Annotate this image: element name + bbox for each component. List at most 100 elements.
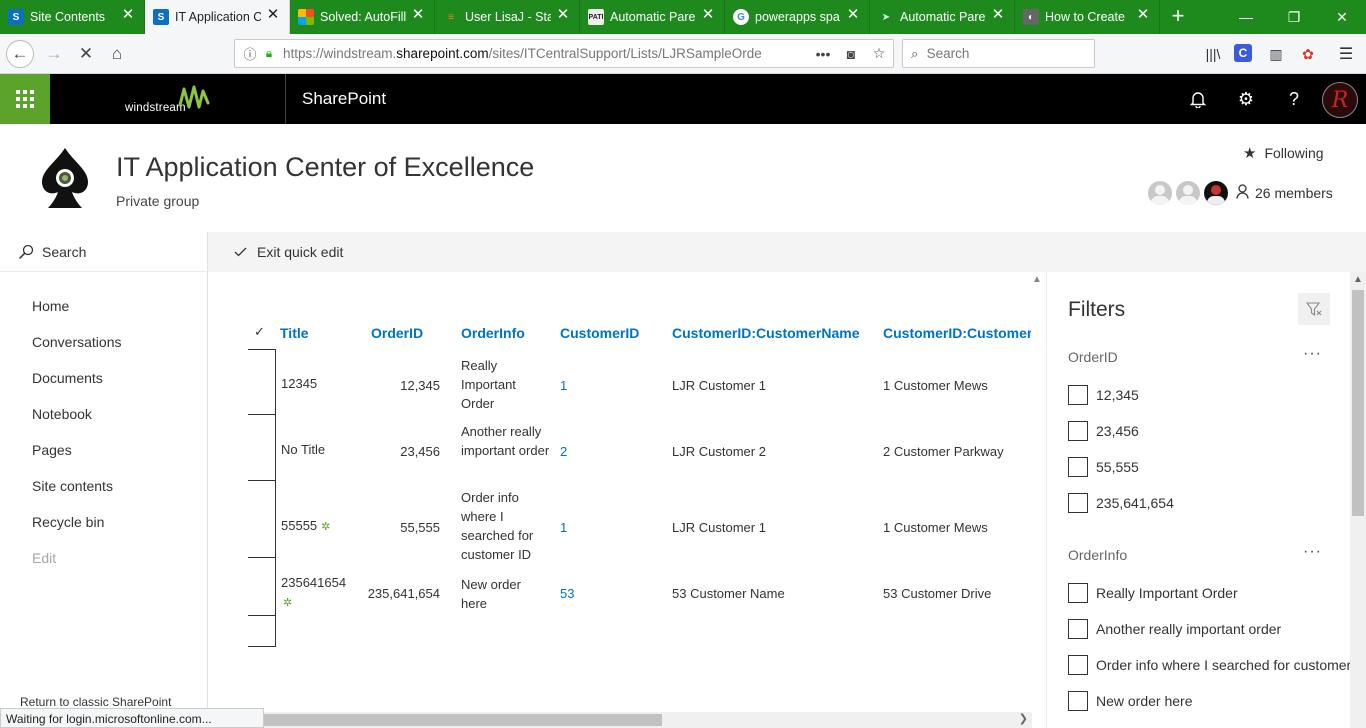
minimize-icon[interactable]: —	[1222, 0, 1270, 34]
forward-arrow-icon[interactable]: →	[40, 40, 68, 68]
page-vertical-scrollbar[interactable]: ▲	[1350, 272, 1366, 728]
cell-orderinfo[interactable]: Order info where I searched for customer…	[461, 488, 543, 564]
browser-tab-5[interactable]: Gpowerapps spa ✕	[725, 0, 870, 34]
close-icon[interactable]: ✕	[411, 7, 425, 22]
browser-tab-3[interactable]: ≡ User LisaJ - Stac ✕	[435, 0, 580, 34]
filter-option-orderinfo[interactable]: New order here	[1068, 691, 1193, 711]
scroll-right-arrow-icon[interactable]: ❯	[1019, 712, 1028, 725]
cell-orderinfo[interactable]: Really Important Order	[461, 356, 533, 413]
filter-option-orderid[interactable]: 23,456	[1068, 421, 1139, 441]
select-all-checkmark-icon[interactable]: ✓	[254, 324, 265, 340]
cell-title[interactable]: No Title	[281, 440, 325, 459]
library-icon[interactable]: |||\	[1202, 44, 1224, 64]
checkbox[interactable]	[1068, 421, 1088, 441]
browser-tab-4[interactable]: PATI Automatic Pare ✕	[580, 0, 725, 34]
filter-option-orderinfo[interactable]: Another really important order	[1068, 619, 1281, 639]
browser-tab-6[interactable]: ➤ Automatic Pare ✕	[870, 0, 1015, 34]
cell-customeraddress[interactable]: 53 Customer Drive	[883, 584, 991, 603]
cell-customername[interactable]: LJR Customer 1	[672, 376, 766, 395]
nav-edit-link[interactable]: Edit	[32, 550, 56, 566]
close-icon[interactable]: ✕	[1136, 7, 1150, 22]
cell-orderid[interactable]: 23,456	[358, 442, 440, 461]
cell-customeraddress[interactable]: 2 Customer Parkway	[883, 442, 1004, 461]
exit-quick-edit-button[interactable]: Exit quick edit	[234, 244, 343, 260]
return-to-classic-link[interactable]: Return to classic SharePoint	[20, 695, 171, 709]
cell-title[interactable]: 55555 ✲	[281, 516, 330, 537]
checkbox[interactable]	[1068, 619, 1088, 639]
nav-item-site-contents[interactable]: Site contents	[32, 478, 113, 494]
checkbox[interactable]	[1068, 457, 1088, 477]
company-logo[interactable]: windstream	[50, 74, 286, 124]
cell-orderinfo[interactable]: New order here	[461, 575, 533, 613]
column-header-title[interactable]: Title	[280, 325, 309, 341]
back-arrow-icon[interactable]: ←	[6, 40, 34, 68]
column-header-customername[interactable]: CustomerID:CustomerName	[672, 325, 859, 341]
browser-search-box[interactable]: ⌕ Search	[902, 39, 1095, 68]
members-button[interactable]: 26 members	[1148, 181, 1333, 205]
checkbox[interactable]	[1068, 583, 1088, 603]
close-icon[interactable]: ✕	[701, 7, 715, 22]
horizontal-scrollbar[interactable]: ❯	[262, 712, 1032, 728]
bell-notifications-icon[interactable]	[1186, 87, 1210, 111]
page-actions-icon[interactable]: •••	[809, 46, 837, 62]
nav-item-conversations[interactable]: Conversations	[32, 334, 122, 350]
close-icon[interactable]: ✕	[266, 7, 280, 22]
sidebar-icon[interactable]: ▥	[1265, 44, 1287, 64]
nav-item-notebook[interactable]: Notebook	[32, 406, 92, 422]
nav-item-documents[interactable]: Documents	[32, 370, 103, 386]
filter-option-orderinfo[interactable]: Really Important Order	[1068, 583, 1238, 603]
close-icon[interactable]: ✕	[991, 7, 1005, 22]
nav-item-home[interactable]: Home	[32, 298, 69, 314]
checkbox[interactable]	[1068, 385, 1088, 405]
checkbox[interactable]	[1068, 655, 1088, 675]
close-icon[interactable]: ✕	[121, 7, 135, 22]
list-vertical-scrollbar[interactable]: ▲	[1031, 272, 1045, 712]
more-options-icon[interactable]: ···	[1303, 543, 1322, 561]
close-icon[interactable]: ✕	[556, 7, 570, 22]
window-close-icon[interactable]: ✕	[1318, 0, 1366, 34]
gear-settings-icon[interactable]: ⚙	[1234, 87, 1258, 111]
bookmark-star-icon[interactable]: ☆	[865, 45, 893, 62]
column-header-customeraddress[interactable]: CustomerID:CustomerA	[883, 325, 1032, 341]
help-question-icon[interactable]: ?	[1282, 87, 1306, 111]
home-icon[interactable]: ⌂	[103, 40, 131, 68]
checkbox[interactable]	[1068, 493, 1088, 513]
clear-filters-icon[interactable]	[1298, 293, 1330, 325]
url-text[interactable]: https://windstream.sharepoint.com/sites/…	[283, 46, 809, 61]
nav-item-pages[interactable]: Pages	[32, 442, 72, 458]
filter-option-orderid[interactable]: 55,555	[1068, 457, 1139, 477]
hamburger-menu-icon[interactable]: ☰	[1335, 44, 1357, 64]
extension-c-icon[interactable]: C	[1234, 44, 1252, 62]
cell-title[interactable]: 235641654 ✲	[281, 573, 361, 613]
cell-customername[interactable]: LJR Customer 1	[672, 518, 766, 537]
sharepoint-app-title[interactable]: SharePoint	[302, 89, 386, 109]
site-search-box[interactable]: Search	[0, 232, 207, 272]
cell-orderid[interactable]: 55,555	[358, 518, 440, 537]
url-bar[interactable]: ⓘ 🔒︎ https://windstream.sharepoint.com/s…	[234, 39, 894, 68]
browser-tab-1[interactable]: S IT Application C ✕	[145, 0, 290, 34]
stop-loading-icon[interactable]: ✕	[72, 40, 100, 68]
new-tab-button[interactable]: +	[1160, 0, 1196, 34]
horizontal-scroll-thumb[interactable]	[262, 714, 662, 726]
cell-orderid[interactable]: 12,345	[358, 376, 440, 395]
user-avatar[interactable]: R	[1322, 82, 1358, 118]
filter-option-orderinfo[interactable]: Order info where I searched for customer	[1068, 655, 1350, 675]
column-header-orderinfo[interactable]: OrderInfo	[461, 325, 525, 341]
cell-orderinfo[interactable]: Another really important order	[461, 422, 551, 460]
column-header-orderid[interactable]: OrderID	[371, 325, 423, 341]
following-button[interactable]: ★ Following	[1243, 144, 1324, 162]
cell-customerid[interactable]: 2	[560, 442, 567, 461]
site-logo[interactable]	[38, 146, 92, 213]
close-icon[interactable]: ✕	[846, 7, 860, 22]
scroll-up-arrow-icon[interactable]: ▲	[1353, 274, 1363, 285]
column-header-customerid[interactable]: CustomerID	[560, 325, 639, 341]
site-title[interactable]: IT Application Center of Excellence	[116, 152, 534, 183]
cell-customerid[interactable]: 53	[560, 584, 574, 603]
app-launcher-waffle-icon[interactable]	[0, 74, 50, 124]
pocket-icon[interactable]: ◙	[837, 46, 865, 62]
filter-option-orderid[interactable]: 12,345	[1068, 385, 1139, 405]
cell-customerid[interactable]: 1	[560, 518, 567, 537]
cell-customerid[interactable]: 1	[560, 376, 567, 395]
cell-customername[interactable]: 53 Customer Name	[672, 584, 785, 603]
scroll-up-arrow-icon[interactable]: ▲	[1032, 274, 1042, 285]
